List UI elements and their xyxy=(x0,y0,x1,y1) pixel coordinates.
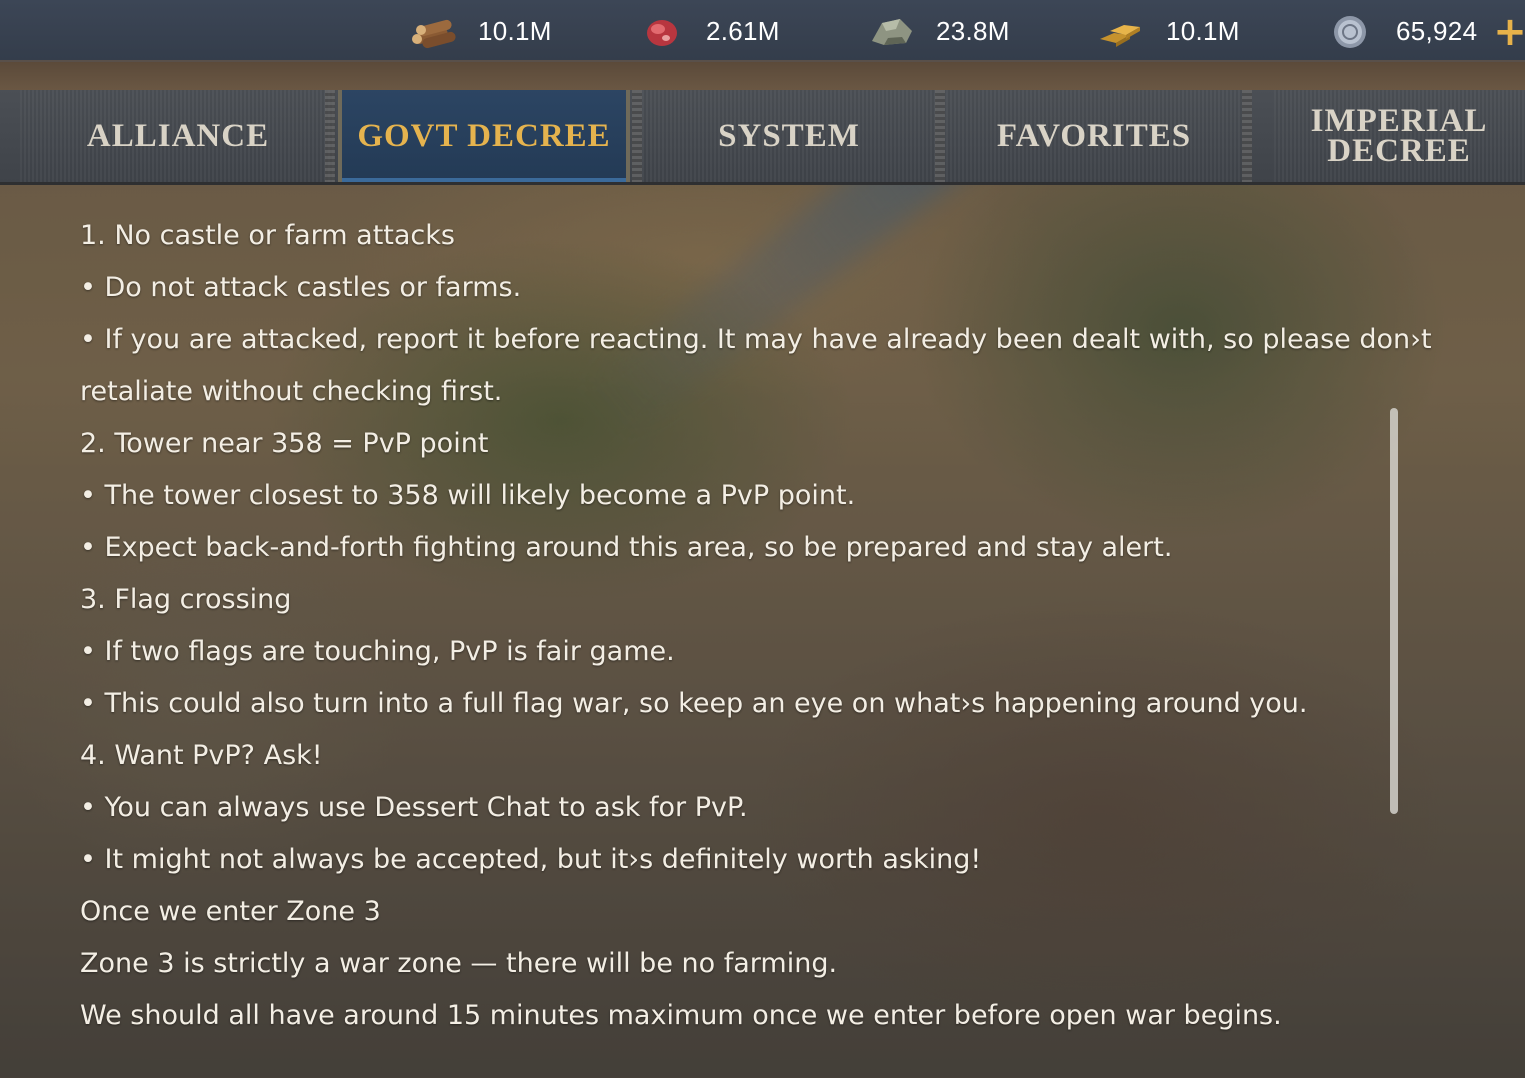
wood-amount: 10.1M xyxy=(478,15,552,46)
decree-line: • You can always use Dessert Chat to ask… xyxy=(80,792,748,823)
tab-alliance[interactable]: ALLIANCE xyxy=(20,90,336,182)
decree-line: • This could also turn into a full flag … xyxy=(80,688,1308,719)
header-band xyxy=(0,62,1525,90)
decree-line: 4. Want PvP? Ask! xyxy=(80,740,323,771)
decree-content: 1. No castle or farm attacks • Do not at… xyxy=(80,210,1432,1042)
decree-line: • The tower closest to 358 will likely b… xyxy=(80,480,856,511)
wood-icon xyxy=(408,11,460,51)
decree-line: Zone 3 is strictly a war zone — there wi… xyxy=(80,948,838,979)
food-amount: 2.61M xyxy=(706,15,780,46)
resource-stone[interactable]: 23.8M xyxy=(866,10,1010,52)
gem-amount: 65,924 xyxy=(1396,15,1478,46)
content-scrollbar[interactable] xyxy=(1390,408,1398,814)
tab-divider xyxy=(1242,90,1252,182)
tab-imperial-decree[interactable]: IMPERIAL DECREE xyxy=(1274,90,1524,182)
food-meat-icon xyxy=(636,11,688,51)
decree-line: retaliate without checking first. xyxy=(80,376,503,407)
tab-system[interactable]: SYSTEM xyxy=(642,90,936,182)
tab-divider xyxy=(325,90,335,182)
tab-bar: ALLIANCE GOVT DECREE SYSTEM FAVORITES IM… xyxy=(0,90,1525,185)
decree-line: 3. Flag crossing xyxy=(80,584,292,615)
add-resource-button[interactable]: + xyxy=(1493,12,1525,52)
gem-coin-icon xyxy=(1326,11,1378,51)
gold-amount: 10.1M xyxy=(1166,15,1240,46)
tab-govt-decree[interactable]: GOVT DECREE xyxy=(338,90,630,182)
decree-line: • If you are attacked, report it before … xyxy=(80,324,1432,355)
decree-line: • Do not attack castles or farms. xyxy=(80,272,522,303)
resource-gold[interactable]: 10.1M xyxy=(1096,10,1240,52)
resource-wood[interactable]: 10.1M xyxy=(408,10,552,52)
resource-bar: 10.1M 2.61M 23.8M 10.1M 65,924 + xyxy=(0,0,1525,62)
decree-line: 1. No castle or farm attacks xyxy=(80,220,455,251)
resource-food[interactable]: 2.61M xyxy=(636,10,780,52)
tab-divider xyxy=(632,90,642,182)
stone-amount: 23.8M xyxy=(936,15,1010,46)
decree-line: We should all have around 15 minutes max… xyxy=(80,1000,1282,1031)
stone-icon xyxy=(866,11,918,51)
decree-line: Once we enter Zone 3 xyxy=(80,896,381,927)
tab-favorites[interactable]: FAVORITES xyxy=(946,90,1242,182)
tab-divider xyxy=(935,90,945,182)
decree-line: 2. Tower near 358 = PvP point xyxy=(80,428,489,459)
resource-gems[interactable]: 65,924 xyxy=(1326,10,1477,52)
decree-line: • Expect back-and-forth fighting around … xyxy=(80,532,1173,563)
gold-icon xyxy=(1096,11,1148,51)
decree-line: • If two flags are touching, PvP is fair… xyxy=(80,636,675,667)
decree-line: • It might not always be accepted, but i… xyxy=(80,844,982,875)
